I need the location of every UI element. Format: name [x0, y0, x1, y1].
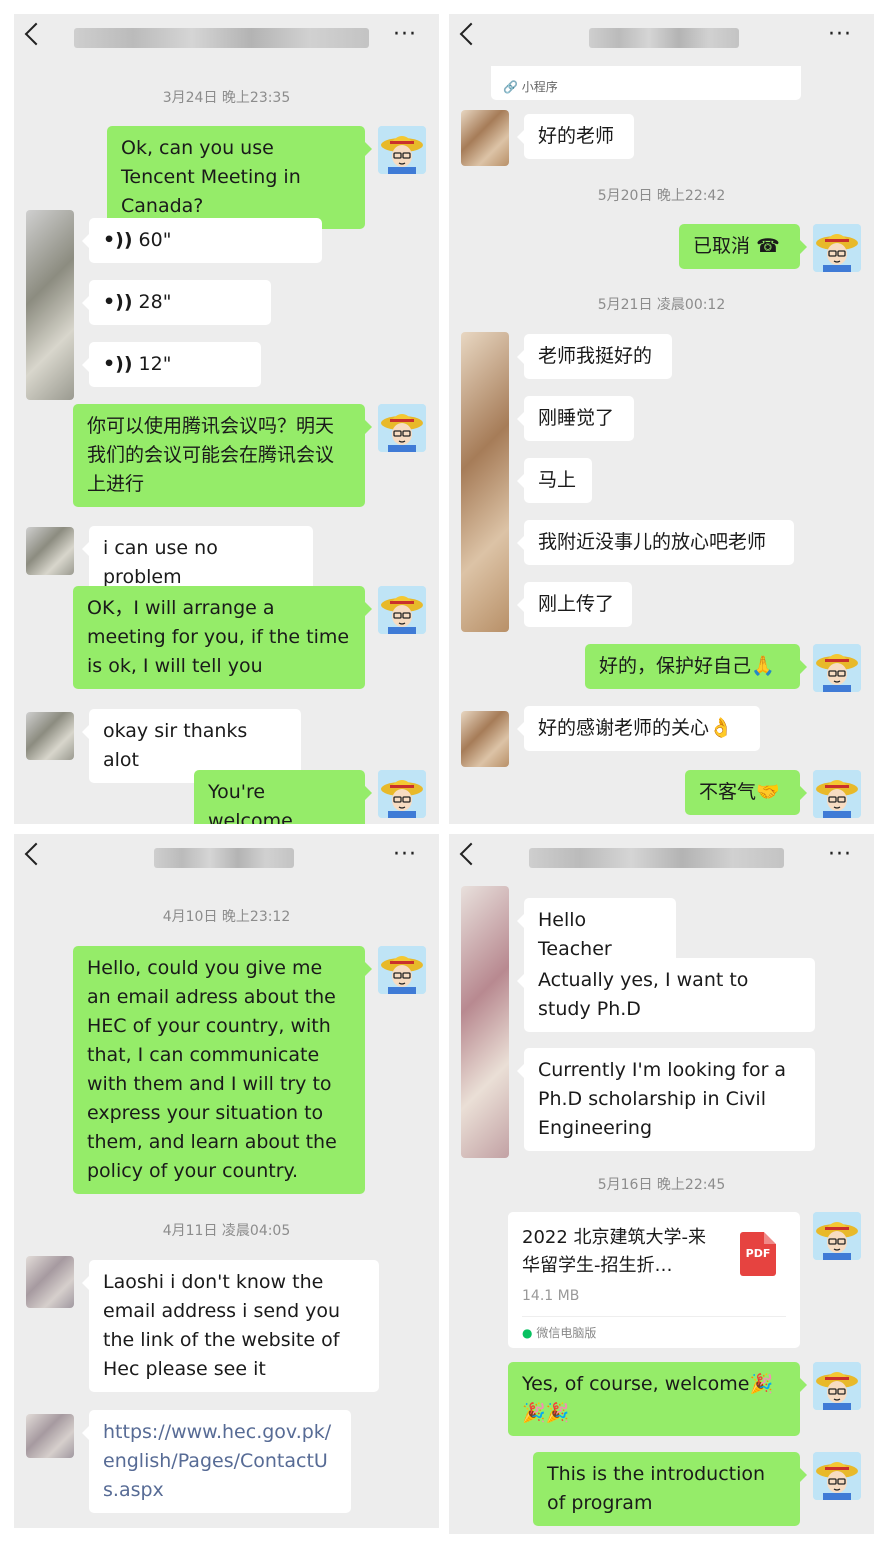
file-source: ● 微信电脑版 — [522, 1326, 597, 1340]
my-avatar[interactable] — [813, 1212, 861, 1260]
contact-avatar-blurred[interactable] — [26, 712, 74, 760]
voice-wave-icon: •)) — [103, 353, 133, 375]
message-bubble-out[interactable]: 已取消 ☎ — [679, 224, 807, 269]
more-options-icon[interactable]: ··· — [828, 22, 852, 47]
more-options-icon[interactable]: ··· — [393, 22, 417, 47]
contact-avatar-blurred[interactable] — [461, 332, 509, 632]
contact-name-blurred — [589, 28, 739, 48]
timestamp: 4月11日 凌晨04:05 — [162, 1223, 291, 1239]
contact-avatar-blurred[interactable] — [26, 1414, 74, 1458]
my-avatar[interactable] — [378, 404, 426, 452]
more-options-icon[interactable]: ··· — [828, 842, 852, 867]
my-avatar[interactable] — [813, 1362, 861, 1410]
message-bubble-out[interactable]: 你可以使用腾讯会议吗？明天我们的会议可能会在腾讯会议上进行 — [73, 404, 372, 507]
back-arrow-icon[interactable] — [459, 842, 483, 866]
back-arrow-icon[interactable] — [459, 22, 483, 46]
chat-panel-4: ··· Hello Teacher Actually yes, I want t… — [449, 834, 874, 1534]
message-bubble-in[interactable]: 刚上传了 — [517, 582, 632, 627]
back-arrow-icon[interactable] — [24, 842, 48, 866]
message-bubble-out[interactable]: Yes, of course, welcome🎉🎉🎉 — [508, 1362, 807, 1436]
timestamp: 5月21日 凌晨00:12 — [597, 297, 726, 313]
timestamp: 5月16日 晚上22:45 — [597, 1177, 726, 1193]
my-avatar[interactable] — [813, 1452, 861, 1500]
contact-avatar-blurred[interactable] — [461, 711, 509, 767]
more-options-icon[interactable]: ··· — [393, 842, 417, 867]
message-bubble-out[interactable]: This is the introduction of program — [533, 1452, 807, 1526]
message-bubble-out[interactable]: 不客气🤝 — [685, 770, 807, 815]
contact-name-blurred — [154, 848, 294, 868]
contact-avatar-blurred[interactable] — [461, 110, 509, 166]
contact-avatar-blurred[interactable] — [26, 527, 74, 575]
divider — [522, 1316, 786, 1317]
contact-avatar-blurred[interactable] — [26, 1256, 74, 1308]
chat-panel-2: ··· 🔗 小程序 好的老师 5月20日 晚上22:42 已取消 ☎ 5月21日… — [449, 14, 874, 824]
timestamp: 4月10日 晚上23:12 — [162, 909, 291, 925]
message-bubble-in[interactable]: Currently I'm looking for a Ph.D scholar… — [517, 1048, 815, 1151]
my-avatar[interactable] — [378, 946, 426, 994]
message-bubble-in[interactable]: 我附近没事儿的放心吧老师 — [517, 520, 794, 565]
file-message-card[interactable]: 2022 北京建筑大学-来华留学生-招生折… PDF 14.1 MB ● 微信电… — [508, 1212, 800, 1348]
message-bubble-out[interactable]: Hello, could you give me an email adress… — [73, 946, 372, 1194]
voice-wave-icon: •)) — [103, 229, 133, 251]
message-bubble-out[interactable]: Ok, can you use Tencent Meeting in Canad… — [107, 126, 372, 229]
mini-program-card[interactable]: 🔗 小程序 — [491, 66, 801, 100]
contact-avatar-blurred[interactable] — [461, 886, 509, 1158]
voice-wave-icon: •)) — [103, 291, 133, 313]
message-bubble-in[interactable]: 老师我挺好的 — [517, 334, 672, 379]
my-avatar[interactable] — [378, 586, 426, 634]
message-bubble-in[interactable]: 马上 — [517, 458, 592, 503]
file-size: 14.1 MB — [522, 1288, 580, 1304]
voice-message[interactable]: •)) 28" — [82, 280, 271, 325]
message-bubble-in[interactable]: Laoshi i don't know the email address i … — [82, 1260, 379, 1392]
contact-avatar-blurred[interactable] — [26, 210, 74, 400]
my-avatar[interactable] — [378, 126, 426, 174]
wechat-pc-icon: ● — [522, 1326, 533, 1340]
link-message[interactable]: https://www.hec.gov.pk/english/Pages/Con… — [82, 1410, 351, 1513]
back-arrow-icon[interactable] — [24, 22, 48, 46]
voice-message[interactable]: •)) 60" — [82, 218, 322, 263]
timestamp: 5月20日 晚上22:42 — [597, 188, 726, 204]
file-name: 2022 北京建筑大学-来华留学生-招生折… — [522, 1227, 707, 1276]
pdf-file-icon: PDF — [740, 1232, 776, 1276]
my-avatar[interactable] — [378, 770, 426, 818]
chat-panel-1: ··· 3月24日 晚上23:35 Ok, can you use Tencen… — [14, 14, 439, 824]
timestamp: 3月24日 晚上23:35 — [162, 90, 291, 106]
message-bubble-out[interactable]: You're welcome — [194, 770, 372, 824]
message-bubble-in[interactable]: 好的感谢老师的关心👌 — [517, 706, 760, 751]
my-avatar[interactable] — [813, 224, 861, 272]
message-bubble-in[interactable]: 刚睡觉了 — [517, 396, 634, 441]
message-bubble-out[interactable]: 好的，保护好自己🙏 — [585, 644, 807, 689]
my-avatar[interactable] — [813, 644, 861, 692]
mini-program-icon: 🔗 — [503, 80, 518, 94]
message-bubble-in[interactable]: 好的老师 — [517, 114, 634, 159]
contact-name-blurred — [529, 848, 784, 868]
my-avatar[interactable] — [813, 770, 861, 818]
voice-message[interactable]: •)) 12" — [82, 342, 261, 387]
call-cancelled-icon: ☎ — [756, 235, 780, 257]
contact-name-blurred — [74, 28, 369, 48]
message-bubble-in[interactable]: Actually yes, I want to study Ph.D — [517, 958, 815, 1032]
message-bubble-out[interactable]: OK，I will arrange a meeting for you, if … — [73, 586, 372, 689]
chat-panel-3: ··· 4月10日 晚上23:12 Hello, could you give … — [14, 834, 439, 1528]
